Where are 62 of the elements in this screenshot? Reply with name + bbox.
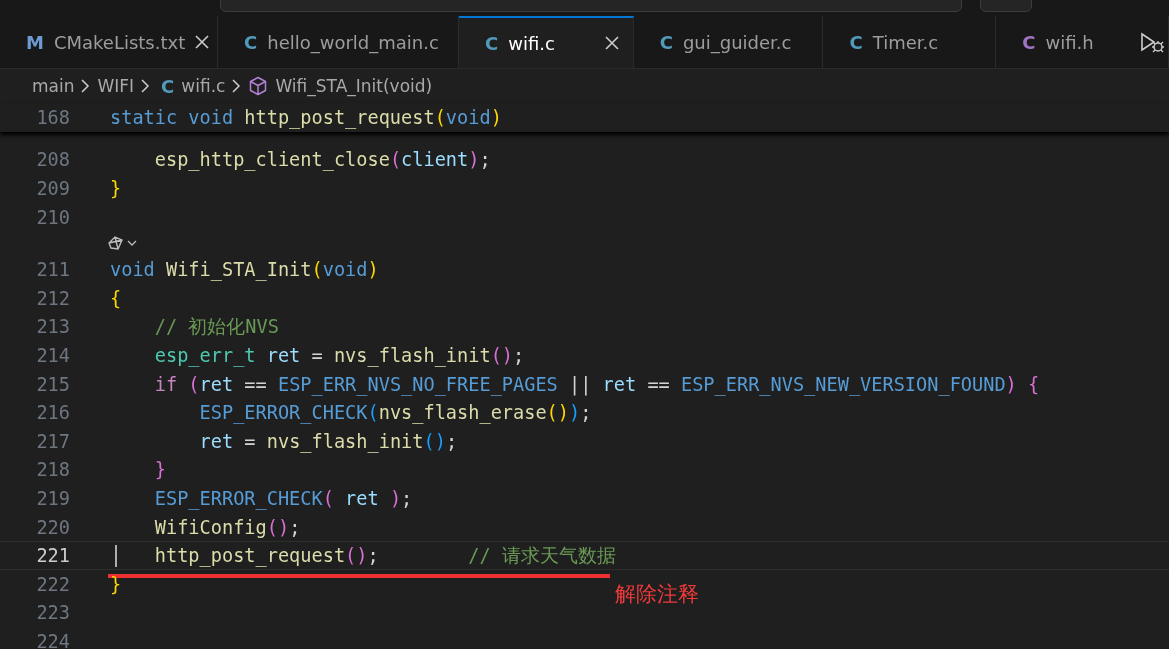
line-number: 221	[35, 545, 70, 567]
chevron-icon	[141, 79, 151, 93]
code-line: // 初始化NVS	[154, 314, 279, 339]
tab-label: gui_guider.c	[682, 31, 793, 53]
chevron-icon	[81, 79, 91, 93]
line-number: 222	[35, 573, 70, 595]
code-line: if (ret == ESP_ERR_NVS_NO_FREE_PAGES || ret == ESP_ERR_NVS_NEW_VERSION_FOUND) {	[154, 373, 1040, 395]
tab-label: wifi.h	[1045, 31, 1094, 53]
code-line: ESP_ERROR_CHECK(nvs_flash_erase());	[199, 402, 592, 424]
tab-label: Timer.c	[872, 31, 940, 53]
breadcrumb-item[interactable]: main	[32, 76, 75, 96]
line-number: 216	[35, 402, 70, 424]
code-line: static void http_post_request(void)	[110, 106, 502, 128]
file-type-icon: C	[1022, 31, 1036, 53]
close-icon[interactable]	[604, 36, 619, 50]
breadcrumb-item[interactable]: Wifi_STA_Init(void)	[275, 76, 433, 96]
line-number: 210	[35, 206, 70, 228]
code-line: esp_err_t ret = nvs_flash_init();	[154, 344, 525, 366]
code-lens-icon[interactable]	[106, 234, 138, 253]
line-number: 218	[35, 459, 70, 481]
line-number: 213	[35, 316, 70, 338]
text-cursor	[115, 545, 117, 568]
file-type-icon: C	[244, 31, 258, 53]
code-line: {	[110, 287, 122, 309]
file-type-icon: C	[485, 32, 499, 54]
annotation-text: 解除注释	[615, 581, 699, 609]
line-number: 224	[35, 630, 70, 649]
code-line: WifiConfig();	[154, 516, 301, 538]
code-line: }	[110, 573, 122, 595]
breadcrumb-item[interactable]: wifi.c	[181, 76, 226, 96]
line-number: 212	[35, 287, 70, 309]
tab-label: wifi.c	[508, 32, 556, 54]
chevron-icon	[232, 79, 242, 93]
line-number: 208	[35, 149, 70, 171]
file-type-icon: C	[849, 31, 863, 53]
file-type-icon: M	[26, 31, 44, 53]
line-number: 215	[35, 373, 70, 395]
line-number: 214	[35, 344, 70, 366]
code-line: ret = nvs_flash_init();	[199, 430, 458, 452]
line-number: 219	[35, 487, 70, 509]
code-line: void Wifi_STA_Init(void)	[110, 259, 379, 281]
line-number: 220	[35, 516, 70, 538]
editor-tab[interactable]: C wifi.c	[459, 16, 634, 68]
file-type-icon: C	[659, 31, 673, 53]
line-number: 211	[35, 259, 70, 281]
code-line: esp_http_client_close(client);	[154, 149, 491, 171]
code-line: }	[110, 178, 122, 199]
line-number: 209	[35, 178, 70, 199]
cube-icon	[248, 76, 269, 96]
code-line: http_post_request(); // 请求天气数据	[154, 543, 616, 569]
sticky-scroll-header[interactable]: 168 static void http_post_request(void)	[0, 103, 1169, 132]
code-line: }	[154, 459, 166, 481]
close-icon[interactable]	[195, 35, 210, 49]
line-number: 217	[35, 430, 70, 452]
tab-label: hello_world_main.c	[267, 31, 440, 53]
line-number: 223	[35, 602, 70, 624]
run-debug-icon[interactable]	[1139, 32, 1165, 54]
line-number: 168	[35, 106, 70, 128]
tab-label: CMakeLists.txt	[53, 31, 186, 53]
code-line: ESP_ERROR_CHECK( ret );	[154, 487, 413, 509]
file-type-icon: C	[161, 75, 175, 97]
breadcrumb-item[interactable]: WIFI	[97, 76, 135, 96]
